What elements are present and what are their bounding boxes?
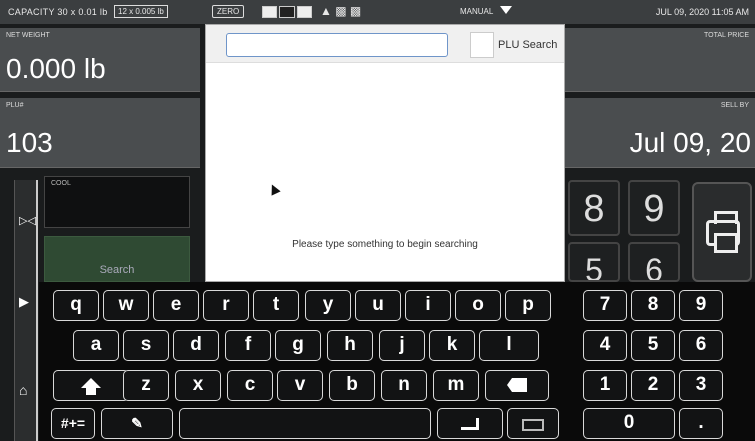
on-screen-keyboard: q w e r t y u i o p a s d f g h j k l z … (39, 282, 755, 441)
key-o[interactable]: o (455, 290, 501, 321)
plu-value: 103 (6, 127, 53, 158)
numkey-4[interactable]: 4 (583, 330, 627, 361)
shift-icon (81, 378, 101, 395)
key-s[interactable]: s (123, 330, 169, 361)
numkey-8[interactable]: 8 (631, 290, 675, 321)
numkey-3[interactable]: 3 (679, 370, 723, 401)
chevron-down-icon[interactable] (500, 6, 512, 14)
key-b[interactable]: b (329, 370, 375, 401)
paste-key[interactable]: ✎ (101, 408, 173, 439)
key-n[interactable]: n (381, 370, 427, 401)
key-h[interactable]: h (327, 330, 373, 361)
total-price-label: TOTAL PRICE (704, 32, 749, 39)
key-e[interactable]: e (153, 290, 199, 321)
key-l[interactable]: l (479, 330, 539, 361)
hide-keyboard-key[interactable] (507, 408, 559, 439)
paste-icon: ✎ (131, 415, 143, 431)
key-k[interactable]: k (429, 330, 475, 361)
key-w[interactable]: w (103, 290, 149, 321)
cool-label: COOL (51, 180, 71, 187)
numkey-9[interactable]: 9 (679, 290, 723, 321)
sidetab-expand[interactable]: ▶ (14, 266, 38, 348)
space-key[interactable] (179, 408, 431, 439)
key-u[interactable]: u (355, 290, 401, 321)
mode-label[interactable]: MANUAL (460, 7, 493, 16)
key-f[interactable]: f (225, 330, 271, 361)
numkey-0[interactable]: 0 (583, 408, 675, 439)
plu-search-checkbox[interactable] (470, 32, 494, 58)
key-v[interactable]: v (277, 370, 323, 401)
total-price-panel: TOTAL PRICE (565, 28, 755, 92)
net-weight-value: 0.000 lb (6, 53, 106, 84)
net-weight-label: NET WEIGHT (6, 32, 50, 39)
net-weight-panel: NET WEIGHT 0.000 lb (0, 28, 200, 92)
sell-by-panel[interactable]: SELL BY Jul 09, 20 (565, 98, 755, 168)
settings-icon: ▷◁ (19, 215, 36, 227)
hide-keyboard-icon (522, 419, 544, 431)
cool-field[interactable]: COOL (44, 176, 190, 228)
key-t[interactable]: t (253, 290, 299, 321)
key-c[interactable]: c (227, 370, 273, 401)
key-z[interactable]: z (123, 370, 169, 401)
key-a[interactable]: a (73, 330, 119, 361)
numkey-dot[interactable]: . (679, 408, 723, 439)
backspace-key[interactable] (485, 370, 549, 401)
print-icon (706, 211, 740, 253)
key-p[interactable]: p (505, 290, 551, 321)
home-icon: ⌂ (19, 382, 28, 398)
plu-search-label: PLU Search (498, 39, 558, 51)
search-input[interactable] (226, 33, 448, 57)
key-m[interactable]: m (433, 370, 479, 401)
status-icons: ▲ ▩ ▩ (320, 4, 362, 18)
keypad-8-button[interactable]: 8 (568, 180, 620, 236)
symbols-key[interactable]: #+= (51, 408, 95, 439)
status-bar: CAPACITY 30 x 0.01 lb 12 x 0.005 lb ZERO… (0, 0, 755, 24)
sell-by-label: SELL BY (720, 102, 749, 109)
print-button[interactable] (692, 182, 752, 282)
key-g[interactable]: g (275, 330, 321, 361)
numkey-6[interactable]: 6 (679, 330, 723, 361)
key-q[interactable]: q (53, 290, 99, 321)
chevron-right-icon: ▶ (19, 294, 29, 309)
enter-icon (461, 418, 479, 430)
sidetab-settings[interactable]: ▷◁ (14, 180, 38, 266)
sell-by-value: Jul 09, 20 (629, 127, 751, 158)
search-button[interactable]: Search (44, 236, 190, 282)
key-r[interactable]: r (203, 290, 249, 321)
datetime: JUL 09, 2020 11:05 AM (655, 7, 749, 17)
plu-label: PLU# (6, 102, 24, 109)
capacity-text: CAPACITY 30 x 0.01 lb (8, 7, 108, 17)
sidetab-home[interactable]: ⌂ (14, 348, 38, 441)
keypad-6-button[interactable]: 6 (628, 242, 680, 282)
keypad-9-button[interactable]: 9 (628, 180, 680, 236)
zero-indicator: ZERO (212, 5, 245, 18)
shift-key[interactable] (53, 370, 129, 401)
search-dialog: PLU Search Please type something to begi… (205, 24, 565, 282)
key-y[interactable]: y (305, 290, 351, 321)
numkey-2[interactable]: 2 (631, 370, 675, 401)
key-i[interactable]: i (405, 290, 451, 321)
plu-panel[interactable]: PLU# 103 (0, 98, 200, 168)
enter-key[interactable] (437, 408, 503, 439)
empty-results-message: Please type something to begin searching (292, 239, 478, 250)
key-d[interactable]: d (173, 330, 219, 361)
key-j[interactable]: j (379, 330, 425, 361)
backspace-icon (507, 378, 527, 392)
numkey-5[interactable]: 5 (631, 330, 675, 361)
capacity-alt-text: 12 x 0.005 lb (114, 5, 168, 18)
numkey-1[interactable]: 1 (583, 370, 627, 401)
scale-mode-indicator (262, 6, 312, 18)
keypad-5-button[interactable]: 5 (568, 242, 620, 282)
key-x[interactable]: x (175, 370, 221, 401)
numkey-7[interactable]: 7 (583, 290, 627, 321)
